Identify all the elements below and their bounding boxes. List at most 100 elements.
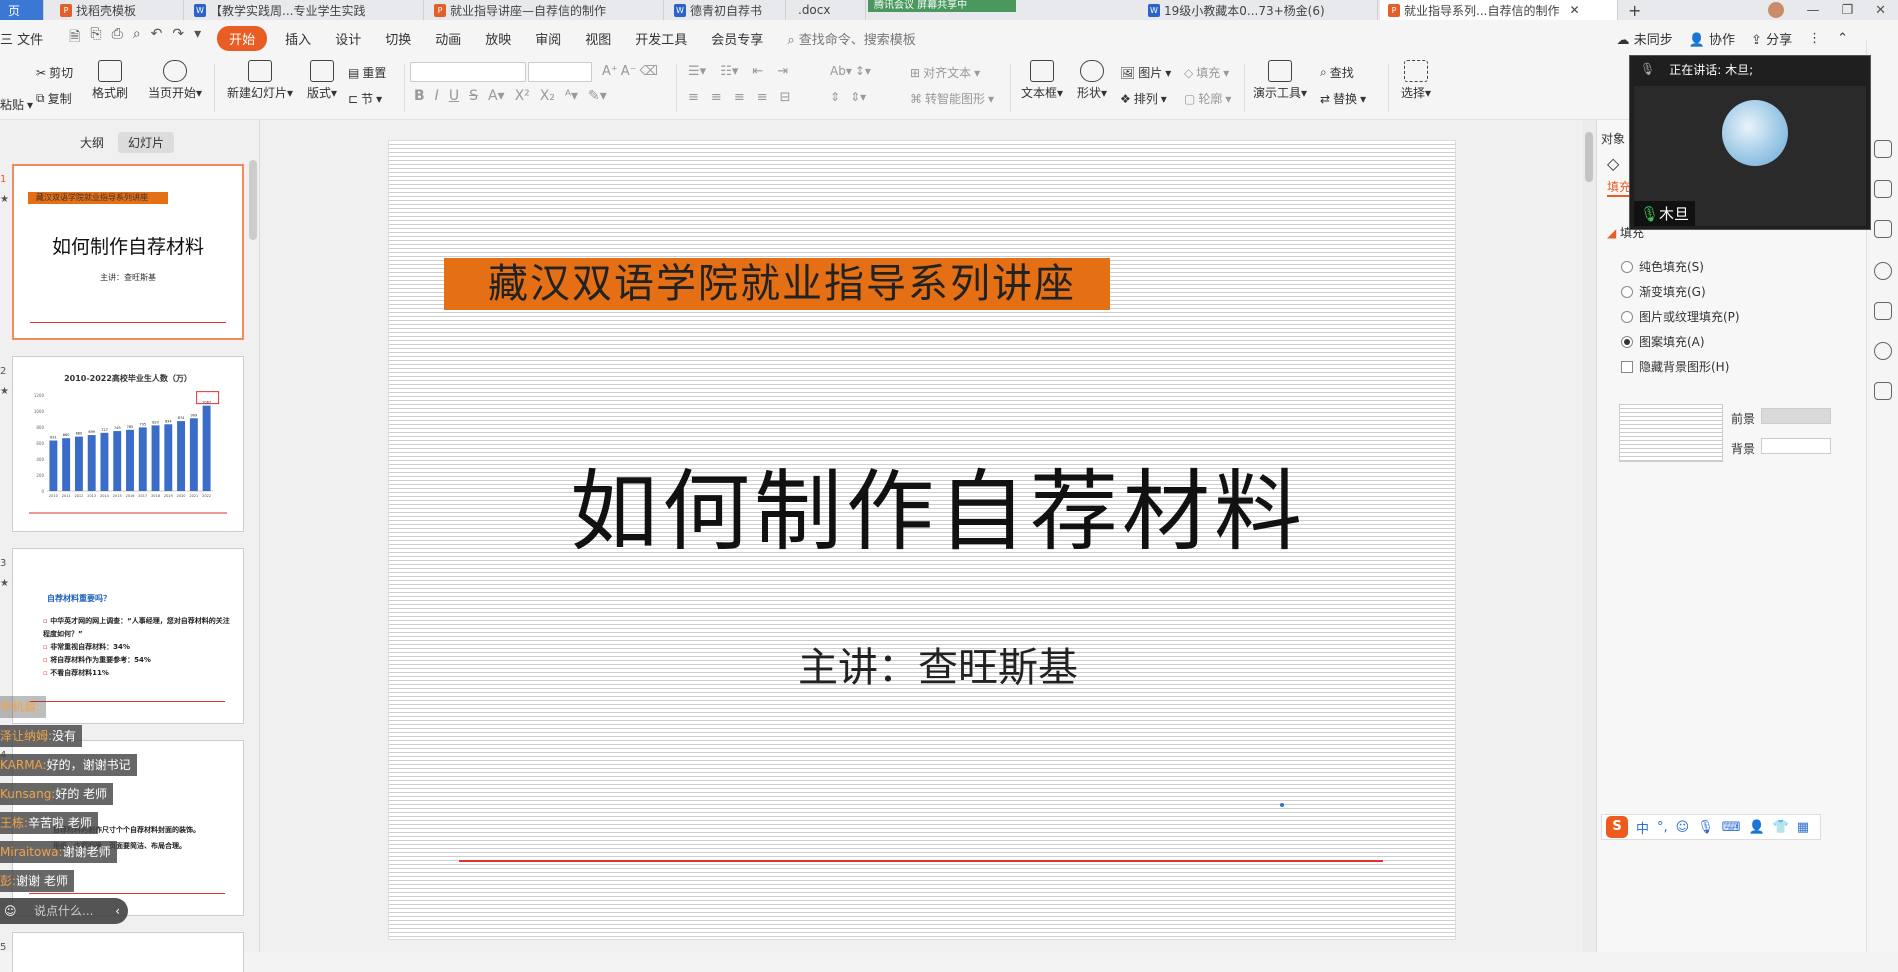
background-color-select[interactable] (1761, 438, 1831, 454)
share-button[interactable]: ⇪ 分享 (1751, 29, 1792, 48)
picture-fill-option[interactable]: 图片或纹理填充(P) (1621, 308, 1740, 325)
justify-icon[interactable]: ≡ (757, 90, 768, 105)
section-button[interactable]: ⊏ 节 ▾ (348, 90, 382, 107)
align-left-icon[interactable]: ≡ (688, 90, 699, 105)
file-menu[interactable]: 三 文件 (0, 29, 55, 48)
skin-icon[interactable]: 👕 (1773, 820, 1789, 835)
radio[interactable] (1621, 285, 1633, 298)
slide-banner[interactable]: 藏汉双语学院就业指导系列讲座 (444, 258, 1110, 310)
editor-scrollbar[interactable] (1582, 120, 1596, 952)
print-icon[interactable]: ⎙ (112, 26, 123, 50)
animation-icon[interactable] (1874, 302, 1892, 320)
slide-title[interactable]: 如何制作自荐材料 (389, 441, 1457, 568)
new-slide-button[interactable]: 新建幻灯片▾ (222, 60, 298, 101)
grid-icon[interactable]: ▦ (1797, 820, 1809, 835)
redo-icon[interactable]: ↷ (172, 26, 184, 50)
distribute-icon[interactable]: ⊟ (780, 90, 791, 105)
emoji-icon[interactable]: ☺ (1676, 820, 1690, 835)
slide-thumb-2[interactable]: 2010-2022高校毕业生人数（万） 0 200 400 600 800 1000 120… (12, 356, 244, 532)
meeting-video-popup[interactable]: 🎙 正在讲话: 木旦; 🎙木旦 (1629, 55, 1871, 230)
indent-less-icon[interactable]: ⇤ (752, 64, 763, 79)
tab-start[interactable]: 开始 (217, 25, 268, 51)
underline-icon[interactable]: U (449, 88, 459, 104)
tab-outline[interactable]: 大纲 (70, 132, 114, 153)
reset-button[interactable]: ▤ 重置 (348, 64, 386, 81)
chevron-left-icon[interactable]: ‹ (115, 898, 120, 924)
copy-icon[interactable] (1874, 220, 1892, 238)
tab-insert[interactable]: 插入 (273, 29, 323, 48)
subscript-icon[interactable]: X₂ (540, 88, 555, 104)
radio[interactable] (1621, 310, 1633, 323)
tab-developer[interactable]: 开发工具 (623, 29, 699, 48)
tab-ppt-active[interactable]: P 就业指导系列...自荐信的制作 ✕ (1380, 0, 1618, 20)
font-size-tools[interactable]: A⁺ A⁻ ⌫ (602, 64, 658, 79)
tab-fill[interactable]: 填充 (1607, 178, 1632, 197)
tab-member[interactable]: 会员专享 (699, 29, 775, 48)
keyboard-icon[interactable]: ⌨ (1722, 820, 1741, 835)
textbox-button[interactable]: 文本框▾ (1018, 60, 1066, 101)
ime-lang[interactable]: 中 (1636, 818, 1649, 837)
outline-button[interactable]: ▢ 轮廓 ▾ (1184, 90, 1231, 107)
copy-button[interactable]: ⧉ 复制 (36, 90, 72, 107)
sync-button[interactable]: ☁ 未同步 (1617, 29, 1673, 48)
shape-button[interactable]: 形状▾ (1072, 60, 1112, 101)
pattern-fill-option[interactable]: 图案填充(A) (1621, 333, 1705, 350)
tab-ppt-1[interactable]: P 就业指导讲座—自荐信的制作 (426, 0, 664, 20)
phonetic-icon[interactable]: ᴬ▾ (565, 88, 578, 104)
ime-toolbar[interactable]: S 中 °, ☺ 🎙 ⌨ 👤 👕 ▦ (1601, 814, 1821, 840)
smart-shape-button[interactable]: ⌘ 转智能图形 ▾ (910, 90, 994, 107)
radio[interactable] (1621, 260, 1633, 273)
tab-slides[interactable]: 幻灯片 (118, 132, 175, 153)
slide-thumb-3[interactable]: 自荐材料重要吗？ ▫ 中华英才网的网上调查：“人事经理，您对自荐材料的关注程度如… (12, 548, 244, 724)
collab-button[interactable]: 👤 协作 (1689, 29, 1735, 48)
tab-doc-4[interactable]: W 19级小教藏本0...73+杨金(6) (1140, 0, 1378, 20)
book-icon[interactable] (1874, 382, 1892, 400)
restore-icon[interactable]: ❐ (1841, 3, 1853, 18)
slide-canvas[interactable]: 藏汉双语学院就业指导系列讲座 如何制作自荐材料 主讲：查旺斯基 (388, 140, 1456, 940)
paste-button[interactable]: 粘贴 ▾ (0, 96, 33, 113)
help-icon[interactable] (1874, 262, 1892, 280)
tab-slideshow[interactable]: 放映 (473, 29, 523, 48)
replace-button[interactable]: ⇄ 替换 ▾ (1320, 90, 1366, 107)
hide-bg-option[interactable]: 隐藏背景图形(H) (1621, 358, 1729, 375)
new-tab-button[interactable]: + (1620, 0, 1648, 20)
cut-button[interactable]: ✂ 剪切 (36, 64, 73, 81)
tab-home[interactable]: 页 (0, 0, 44, 20)
fill-button[interactable]: ◇ 填充 ▾ (1184, 64, 1229, 81)
scroll-thumb[interactable] (1585, 132, 1593, 182)
location-icon[interactable] (1874, 342, 1892, 360)
tab-animation[interactable]: 动画 (423, 29, 473, 48)
bullet-list-icon[interactable]: ☰▾ (688, 64, 706, 79)
chevron-down-icon[interactable]: ▾ (194, 26, 201, 50)
tab-template[interactable]: P 找稻壳模板 (52, 0, 184, 20)
chat-input[interactable]: ☺ 说点什么... ‹ (0, 898, 128, 924)
tab-review[interactable]: 审阅 (523, 29, 573, 48)
mic-icon[interactable]: 🎙 (1697, 820, 1714, 835)
close-icon[interactable]: ✕ (1569, 3, 1579, 17)
solid-fill-option[interactable]: 纯色填充(S) (1621, 258, 1704, 275)
align-center-icon[interactable]: ≡ (711, 90, 722, 105)
more-icon[interactable]: ⋮ (1808, 31, 1821, 46)
number-list-icon[interactable]: ☷▾ (720, 64, 738, 79)
slide-speaker[interactable]: 主讲：查旺斯基 (389, 635, 1457, 693)
picture-button[interactable]: 🖼 图片 ▾ (1120, 64, 1171, 81)
find-button[interactable]: ⌕ 查找 (1320, 64, 1354, 81)
font-color-icon[interactable]: A▾ (488, 88, 505, 104)
radio[interactable] (1621, 335, 1633, 348)
spacing-tools[interactable]: ⇕ ⇕▾ (830, 90, 866, 104)
superscript-icon[interactable]: X² (515, 88, 530, 104)
save-icon[interactable]: 🗎 (69, 26, 80, 50)
strikethrough-icon[interactable]: S (469, 88, 478, 104)
slide-thumb-1[interactable]: 藏汉双语学院就业指导系列讲座 如何制作自荐材料 主讲：查旺斯基 (12, 164, 244, 340)
clear-format-icon[interactable]: ⌫ (640, 64, 658, 79)
tab-view[interactable]: 视图 (573, 29, 623, 48)
punctuation-icon[interactable]: °, (1657, 820, 1668, 835)
font-family-select[interactable] (410, 62, 526, 82)
select-button[interactable]: 选择▾ (1396, 60, 1436, 101)
pattern-picker[interactable] (1619, 404, 1723, 462)
video-tile[interactable]: 🎙木旦 (1634, 86, 1866, 226)
italic-icon[interactable]: I (435, 88, 439, 104)
properties-icon[interactable] (1874, 140, 1892, 158)
command-search[interactable]: ⌕ 查找命令、搜索模板 (775, 29, 927, 48)
foreground-color-select[interactable] (1761, 408, 1831, 424)
